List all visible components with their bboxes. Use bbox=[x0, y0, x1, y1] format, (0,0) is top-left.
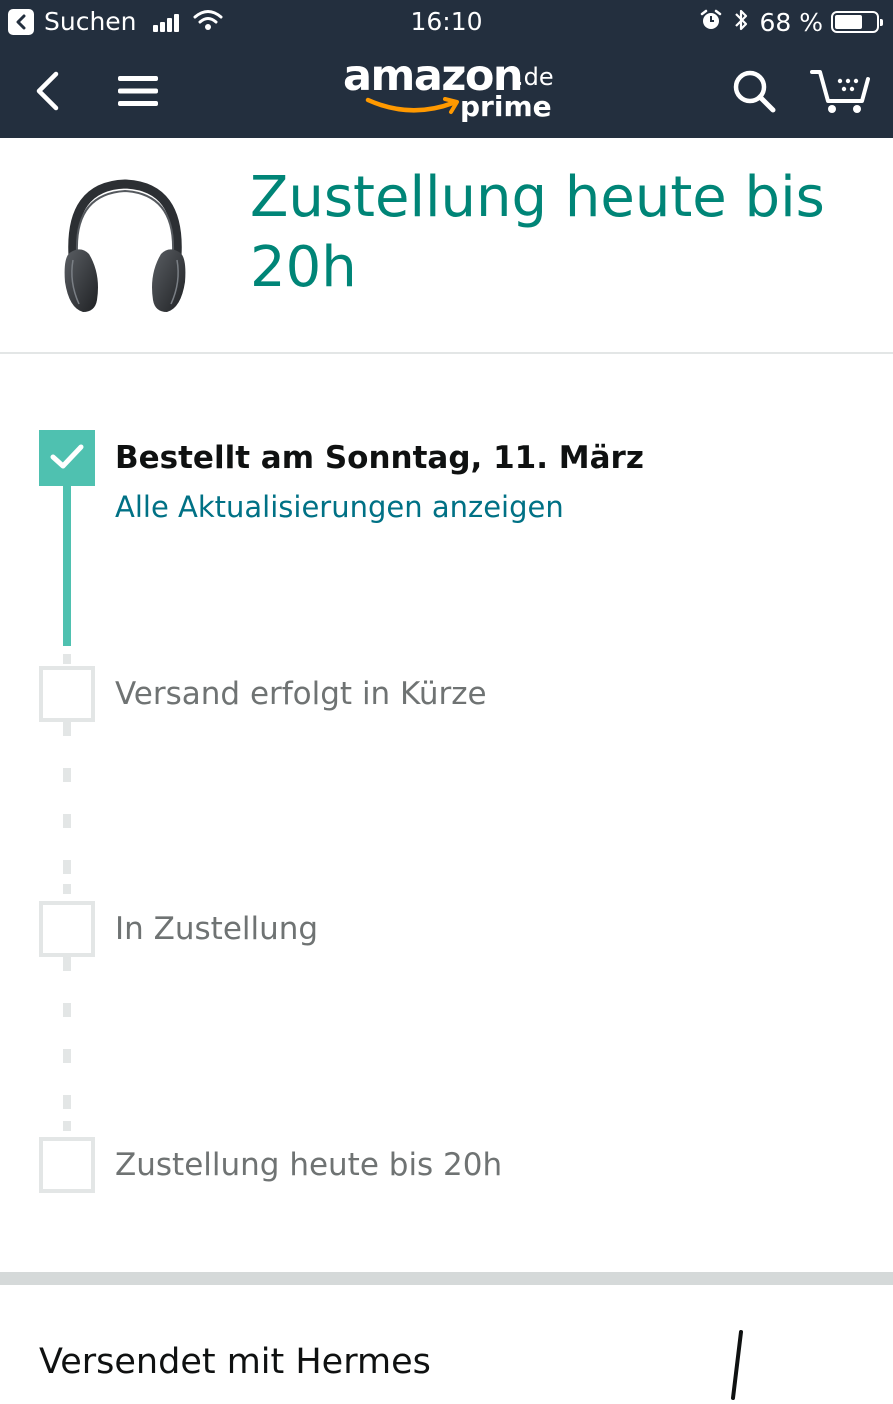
search-button[interactable] bbox=[724, 63, 784, 123]
progress-line-pending bbox=[63, 957, 71, 1131]
delivery-estimate-title: Zustellung heute bis 20h bbox=[250, 165, 825, 300]
step-in-delivery-checkbox bbox=[39, 901, 95, 957]
headphones-image[interactable] bbox=[55, 178, 195, 318]
step-ordered-label: Bestellt am Sonntag, 11. März bbox=[115, 440, 644, 476]
step-shipping-label: Versand erfolgt in Kürze bbox=[115, 676, 487, 712]
carrier-info: Versendet mit Hermes bbox=[39, 1342, 431, 1382]
logo-domain: .de bbox=[516, 63, 554, 91]
search-icon bbox=[731, 68, 777, 118]
cart-icon bbox=[810, 67, 872, 119]
top-nav-bar: amazon .de prime bbox=[0, 45, 893, 138]
progress-line-complete bbox=[63, 486, 71, 646]
step-shipping-checkbox bbox=[39, 666, 95, 722]
logo-prime-label: prime bbox=[460, 90, 552, 123]
status-right-group: 68 % bbox=[699, 6, 883, 38]
signature-stroke-mark bbox=[728, 1330, 748, 1404]
menu-button[interactable] bbox=[108, 63, 168, 123]
back-button[interactable] bbox=[18, 63, 78, 123]
menu-icon bbox=[117, 74, 159, 112]
bluetooth-icon bbox=[733, 7, 749, 37]
back-chevron-icon bbox=[34, 71, 62, 115]
amazon-prime-logo[interactable]: amazon .de prime bbox=[343, 51, 558, 131]
checkmark-icon bbox=[50, 443, 84, 475]
step-delivered-label: Zustellung heute bis 20h bbox=[115, 1147, 503, 1183]
product-header: Zustellung heute bis 20h bbox=[0, 138, 893, 354]
cart-button[interactable] bbox=[806, 63, 876, 123]
step-ordered-checkbox bbox=[39, 430, 95, 486]
step-delivered-checkbox bbox=[39, 1137, 95, 1193]
status-bar: Suchen 16:10 68 % bbox=[0, 0, 893, 45]
alarm-icon bbox=[699, 8, 723, 36]
progress-line-pending bbox=[63, 654, 71, 666]
section-divider bbox=[0, 1272, 893, 1285]
show-all-updates-link[interactable]: Alle Aktualisierungen anzeigen bbox=[115, 490, 564, 524]
battery-nub bbox=[880, 19, 883, 26]
battery-percent: 68 % bbox=[759, 7, 823, 37]
tracking-timeline: Bestellt am Sonntag, 11. März Alle Aktua… bbox=[0, 354, 893, 1272]
battery-level-fill bbox=[835, 15, 862, 29]
battery-icon bbox=[831, 11, 883, 33]
progress-line-pending bbox=[63, 722, 71, 894]
logo-smile-arrow-icon bbox=[365, 95, 465, 123]
step-in-delivery-label: In Zustellung bbox=[115, 911, 319, 947]
